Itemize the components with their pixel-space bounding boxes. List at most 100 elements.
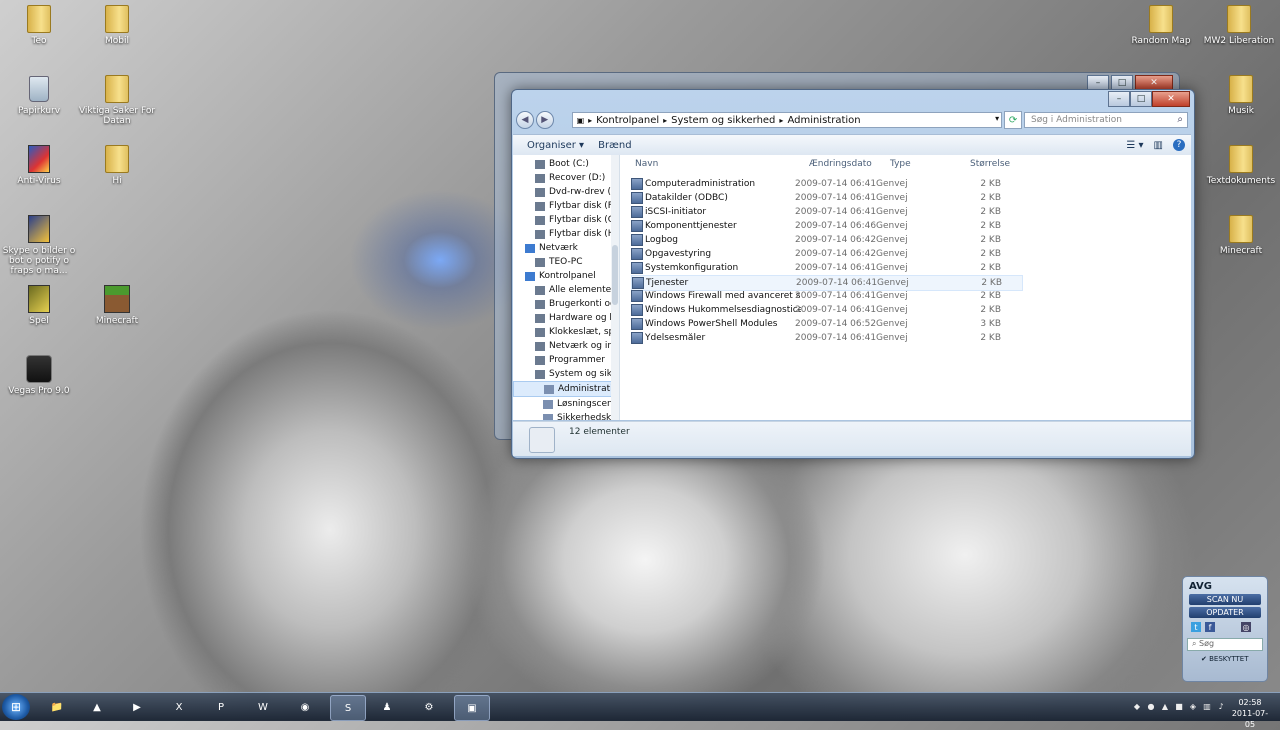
forward-button[interactable]: ▶ (535, 111, 554, 129)
scan-now-button[interactable]: SCAN NU (1189, 594, 1261, 605)
control-panel-taskbar-icon[interactable]: ▣ (454, 695, 490, 721)
desktop-icon-spel[interactable]: Spel (0, 284, 78, 326)
update-button[interactable]: OPDATER (1189, 607, 1261, 618)
desktop-icon-skype-bundle[interactable]: Skype o bilder o bot o potify o fraps o … (0, 214, 78, 276)
nav-item[interactable]: Dvd-rw-drev (E (513, 185, 619, 199)
tray-icon[interactable]: ◆ (1132, 701, 1142, 711)
facebook-icon[interactable]: f (1205, 622, 1215, 632)
file-row[interactable]: Windows PowerShell Modules 2009-07-14 06:… (631, 317, 1021, 331)
breadcrumb-administration[interactable]: Administration (787, 115, 860, 126)
skype-taskbar-icon[interactable]: S (330, 695, 366, 721)
file-row[interactable]: Systemkonfiguration 2009-07-14 06:41 Genve… (631, 261, 1021, 275)
nav-item[interactable]: TEO-PC (513, 255, 619, 269)
explorer-taskbar-icon[interactable]: 📁 (40, 695, 74, 719)
word-taskbar-icon[interactable]: W (246, 695, 280, 719)
address-bar[interactable]: ▣ ▸ Kontrolpanel ▸ System og sikkerhed ▸… (571, 112, 1003, 128)
close-button[interactable]: ✕ (1152, 91, 1190, 107)
avg-taskbar-icon[interactable]: ▲ (80, 695, 114, 719)
nav-item[interactable]: Sikkerhedsko (513, 411, 619, 420)
file-row[interactable]: Windows Hukommelsesdiagnosticering2009-0… (631, 303, 1021, 317)
desktop-icon-minecraft-folder[interactable]: Minecraft (1202, 214, 1280, 256)
file-row[interactable]: iSCSI-initiator 2009-07-14 06:41 Genvej 2 K… (631, 205, 1021, 219)
column-size[interactable]: Størrelse (970, 159, 1010, 169)
start-button[interactable]: ⊞ (2, 694, 30, 720)
clock[interactable]: 02:58 2011-07-05 (1228, 697, 1272, 730)
game-taskbar-icon[interactable]: ♟ (370, 695, 404, 719)
nav-item[interactable]: Brugerkonti og (513, 297, 619, 311)
column-name[interactable]: Navn (635, 159, 658, 169)
nav-item[interactable]: Netværk og int (513, 339, 619, 353)
desktop-icon-random-map[interactable]: Random Map (1122, 4, 1200, 46)
file-row[interactable]: Komponenttjenester 2009-07-14 06:46 Genvej… (631, 219, 1021, 233)
desktop-icon-vegas-pro[interactable]: Vegas Pro 9.0 (0, 354, 78, 396)
file-row[interactable]: Opgavestyring 2009-07-14 06:42 Genvej 2 KB (631, 247, 1021, 261)
search-icon[interactable]: ⌕ (1177, 114, 1183, 125)
organize-button[interactable]: Organiser ▾ (527, 140, 584, 151)
navigation-pane[interactable]: Boot (C:) Recover (D:) Dvd-rw-drev (E Flytb… (513, 155, 620, 420)
nav-item[interactable]: Flytbar disk (F:) (513, 199, 619, 213)
network-icon[interactable]: ▥ (1202, 701, 1212, 711)
nav-item[interactable]: Administratic (513, 381, 619, 397)
settings-icon[interactable]: ◎ (1241, 622, 1251, 632)
file-date: 2009-07-14 06:41 (795, 179, 877, 189)
desktop-icon-anti-virus[interactable]: Anti-Virus (0, 144, 78, 186)
nav-item[interactable]: Kontrolpanel (513, 269, 619, 283)
nav-item[interactable]: Programmer (513, 353, 619, 367)
desktop-icon-hi[interactable]: Hi (78, 144, 156, 186)
minimize-button[interactable]: – (1108, 91, 1130, 107)
file-row[interactable]: Logbog 2009-07-14 06:42 Genvej 2 KB (631, 233, 1021, 247)
file-row[interactable]: Datakilder (ODBC) 2009-07-14 06:41 Genvej 2… (631, 191, 1021, 205)
nav-item[interactable]: Flytbar disk (H: (513, 227, 619, 241)
tray-icon[interactable]: ● (1146, 701, 1156, 711)
maximize-button[interactable]: □ (1130, 91, 1152, 107)
tray-icon[interactable]: ■ (1174, 701, 1184, 711)
search-input[interactable]: Søg i Administration ⌕ (1023, 112, 1188, 128)
burn-button[interactable]: Brænd (598, 140, 631, 151)
nav-item[interactable]: Løsningscent (513, 397, 619, 411)
volume-icon[interactable]: ♪ (1216, 701, 1226, 711)
column-type[interactable]: Type (890, 159, 911, 169)
desktop-icon-recycle-bin[interactable]: Papirkurv (0, 74, 78, 116)
excel-taskbar-icon[interactable]: X (162, 695, 196, 719)
file-row[interactable]: Ydelsesmåler 2009-07-14 06:41 Genvej 2 KB (631, 331, 1021, 345)
file-type: Genvej (876, 179, 908, 189)
refresh-button[interactable]: ⟳ (1004, 111, 1022, 129)
nav-item[interactable]: Flytbar disk (G: (513, 213, 619, 227)
nav-scrollbar[interactable] (611, 155, 619, 420)
desktop-icon-viktiga-saker[interactable]: Viktiga Saker For Datan (78, 74, 156, 126)
nav-item[interactable]: Alle elementer (513, 283, 619, 297)
avg-search-input[interactable]: ⌕ Søg (1187, 638, 1263, 651)
breadcrumb-system[interactable]: System og sikkerhed (671, 115, 775, 126)
desktop-icon-musik[interactable]: Musik (1202, 74, 1280, 116)
desktop-icon-teo[interactable]: Teo (0, 4, 78, 46)
powerpoint-taskbar-icon[interactable]: P (204, 695, 238, 719)
back-button[interactable]: ◀ (516, 111, 534, 129)
file-row[interactable]: Computeradministration 2009-07-14 06:41 Ge… (631, 177, 1021, 191)
nav-item[interactable]: Hardware og ly (513, 311, 619, 325)
view-options-icon[interactable]: ☰ ▾ (1126, 140, 1143, 151)
column-date[interactable]: Ændringsdato (809, 159, 872, 169)
desktop-icon-mobil[interactable]: Mobil (78, 4, 156, 46)
twitter-icon[interactable]: t (1191, 622, 1201, 632)
nav-item[interactable]: Netværk (513, 241, 619, 255)
tray-icon[interactable]: ◈ (1188, 701, 1198, 711)
media-player-taskbar-icon[interactable]: ▶ (120, 695, 154, 719)
help-icon[interactable]: ? (1173, 139, 1185, 151)
nav-item-label: Løsningscent (557, 399, 617, 409)
desktop-icon-textdokuments[interactable]: Textdokuments (1202, 144, 1280, 186)
tray-icon[interactable]: ▲ (1160, 701, 1170, 711)
chevron-down-icon[interactable]: ▾ (995, 114, 999, 123)
desktop-icon-minecraft[interactable]: Minecraft (78, 284, 156, 326)
network-taskbar-icon[interactable]: ⚙ (412, 695, 446, 719)
preview-pane-icon[interactable]: ▥ (1154, 140, 1163, 151)
breadcrumb-kontrolpanel[interactable]: Kontrolpanel (596, 115, 659, 126)
drive-icon (535, 369, 545, 379)
nav-item[interactable]: Boot (C:) (513, 157, 619, 171)
chrome-taskbar-icon[interactable]: ◉ (288, 695, 322, 719)
desktop-icon-mw2-liberation[interactable]: MW2 Liberation (1200, 4, 1278, 46)
nav-item[interactable]: Klokkeslæt, spr (513, 325, 619, 339)
file-row[interactable]: Windows Firewall med avanceret sikkerh..… (631, 289, 1021, 303)
title-bar[interactable]: – □ ✕ (512, 90, 1194, 110)
nav-item[interactable]: Recover (D:) (513, 171, 619, 185)
nav-item[interactable]: System og sikk (513, 367, 619, 381)
